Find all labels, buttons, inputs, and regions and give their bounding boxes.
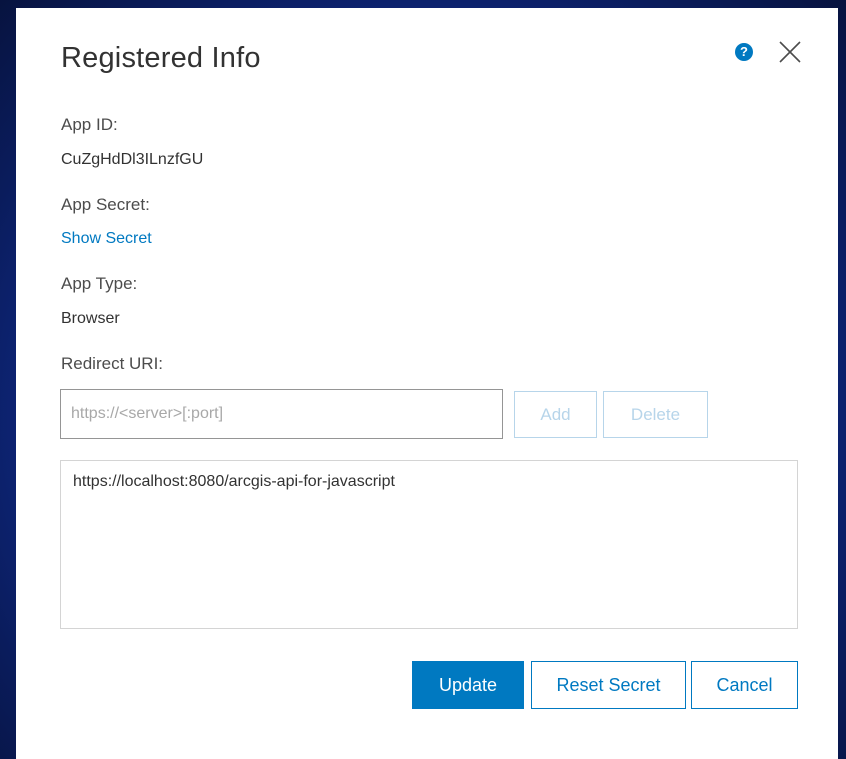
redirect-uri-label: Redirect URI: [61,354,164,373]
app-id-value: CuZgHdDl3ILnzfGU [61,151,204,168]
app-id-label: App ID: [61,115,118,134]
redirect-uri-input[interactable] [60,389,503,439]
app-type-value: Browser [61,310,120,327]
app-type-label: App Type: [61,274,138,293]
help-icon[interactable]: ? [735,43,753,61]
update-button[interactable]: Update [412,661,524,709]
help-glyph: ? [740,44,748,59]
redirect-uri-list[interactable]: https://localhost:8080/arcgis-api-for-ja… [60,460,798,629]
reset-secret-button[interactable]: Reset Secret [531,661,686,709]
add-uri-button[interactable]: Add [514,391,597,438]
registered-info-dialog: Registered Info ? App ID: CuZgHdDl3ILnzf… [16,8,838,759]
delete-uri-button[interactable]: Delete [603,391,708,438]
close-icon[interactable] [777,39,803,65]
cancel-button[interactable]: Cancel [691,661,798,709]
dialog-title: Registered Info [61,42,261,74]
redirect-uri-item[interactable]: https://localhost:8080/arcgis-api-for-ja… [73,471,785,493]
show-secret-link[interactable]: Show Secret [61,230,152,248]
close-icon-glyph [779,41,801,63]
app-secret-label: App Secret: [61,195,150,214]
